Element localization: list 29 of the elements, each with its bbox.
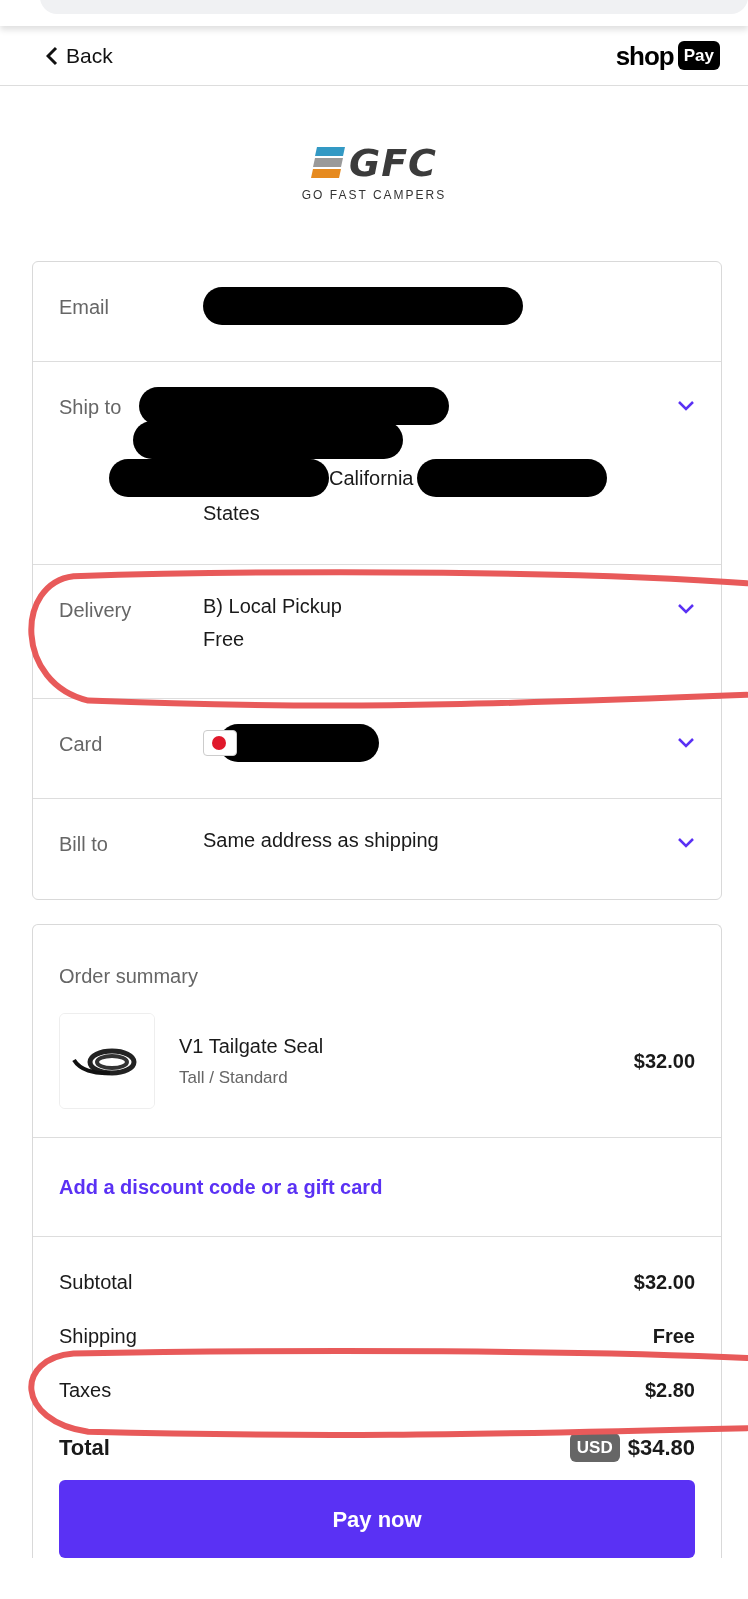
back-link[interactable]: Back bbox=[46, 39, 113, 72]
summary-label: Taxes bbox=[59, 1378, 112, 1403]
field-label: Card bbox=[59, 732, 104, 757]
summary-value: $32.00 bbox=[633, 1270, 695, 1295]
field-value: Same address as shipping bbox=[203, 828, 440, 853]
field-label: Ship to bbox=[59, 395, 123, 420]
shop-pay-logo: shop bbox=[615, 42, 674, 69]
logo-tagline: GO FAST CAMPERS bbox=[301, 186, 447, 204]
discount-link[interactable]: Add a discount code or a gift card bbox=[59, 1176, 383, 1198]
summary-label: Subtotal bbox=[59, 1270, 133, 1295]
address-text: California bbox=[329, 465, 414, 491]
field-label: Email bbox=[59, 295, 110, 320]
field-label: Bill to bbox=[59, 832, 109, 857]
field-value: Free bbox=[203, 627, 246, 652]
field-label: Delivery bbox=[59, 598, 133, 623]
item-name: V1 Tailgate Seal bbox=[179, 1034, 325, 1060]
address-text: States bbox=[203, 501, 261, 526]
item-price: $32.00 bbox=[633, 1049, 695, 1074]
item-variant: Tall / Standard bbox=[179, 1067, 289, 1090]
shop-pay-logo: Pay bbox=[677, 40, 720, 71]
pay-button[interactable]: Pay now bbox=[59, 1480, 695, 1558]
section-title: Order summary bbox=[58, 964, 199, 989]
summary-label: Shipping bbox=[59, 1324, 137, 1349]
summary-value: $2.80 bbox=[644, 1378, 695, 1403]
total-label: Total bbox=[59, 1434, 110, 1462]
logo-mark: GFC bbox=[348, 143, 437, 182]
field-value: B) Local Pickup bbox=[203, 594, 343, 619]
total-value: $34.80 bbox=[627, 1434, 695, 1462]
summary-value: Free bbox=[652, 1324, 695, 1349]
